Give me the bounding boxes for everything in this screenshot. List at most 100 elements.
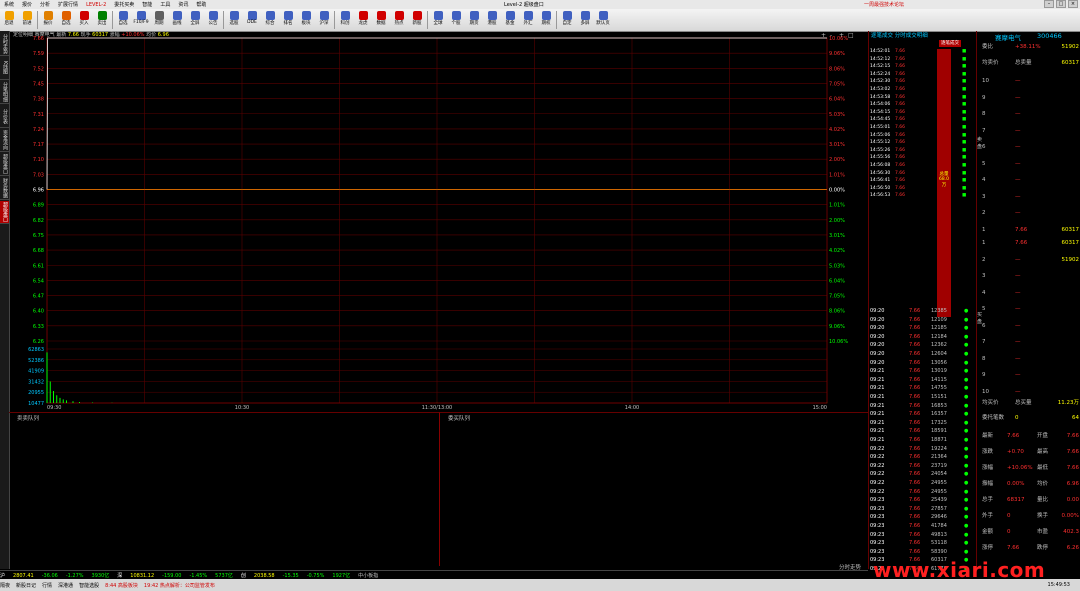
y-right-tick-label: 7.05% bbox=[829, 81, 845, 87]
left-tab-6[interactable]: 财务数据 bbox=[0, 177, 9, 200]
left-tab-7[interactable]: 超级盘口 bbox=[0, 201, 9, 224]
toolbar-button-27[interactable]: 基金 bbox=[501, 9, 519, 30]
bottom-status-item[interactable]: 深港通 bbox=[58, 582, 73, 589]
menu-item-3[interactable]: 扩展行情 bbox=[54, 1, 82, 8]
toolbar-button-8[interactable]: 周期 bbox=[150, 9, 168, 30]
toolbar-button-4[interactable]: 买入 bbox=[75, 9, 93, 30]
toolbar-button-10[interactable]: 全屏 bbox=[186, 9, 204, 30]
zoom-out-icon[interactable]: - bbox=[830, 32, 832, 39]
bottom-status-item[interactable]: 19:42 热点解析：公司监管发布 bbox=[144, 582, 215, 589]
toolbar-button-7[interactable]: F10/F9 bbox=[132, 9, 150, 30]
toolbar-separator bbox=[427, 11, 428, 29]
tick-row: 09:21 7.66 15151 ● bbox=[869, 393, 977, 401]
toolbar-button-12[interactable]: 选股 bbox=[225, 9, 243, 30]
left-tab-4[interactable]: 资金流向 bbox=[0, 129, 9, 152]
toolbar-button-32[interactable]: 默认页 bbox=[594, 9, 612, 30]
custom-icon bbox=[562, 11, 572, 20]
tick-price: 7.66 bbox=[909, 428, 921, 435]
toolbar-button-9[interactable]: 画线 bbox=[168, 9, 186, 30]
quote-total-sell-value: 总卖量 bbox=[1015, 60, 1032, 66]
notice-icon bbox=[208, 11, 218, 20]
toolbar-button-6[interactable]: 自选 bbox=[114, 9, 132, 30]
left-tab-2[interactable]: 分笔明细 bbox=[0, 81, 9, 104]
toolbar-button-2[interactable]: 报价 bbox=[39, 9, 57, 30]
toolbar-button-5[interactable]: 卖出 bbox=[93, 9, 111, 30]
index-status-item[interactable]: 中小板指 bbox=[358, 572, 378, 579]
toolbar-button-24[interactable]: 个股 bbox=[447, 9, 465, 30]
toolbar-button-28[interactable]: 外汇 bbox=[519, 9, 537, 30]
index-status-item[interactable]: 深 bbox=[117, 572, 122, 579]
quote-sell-level: 5— bbox=[977, 160, 1080, 169]
quote-stat-row: 涨停 7.66 跌停 6.26 bbox=[977, 544, 1080, 553]
tick-dir-icon: ● bbox=[964, 488, 969, 495]
tick-row: 09:22 7.66 24054 ● bbox=[869, 470, 977, 478]
tick-upper-row: 14:56:08 7.66 ■ bbox=[870, 163, 978, 169]
tick-volume: 14755 bbox=[931, 385, 947, 392]
menu-item-0[interactable]: 系统 bbox=[0, 1, 18, 8]
bottom-status-item[interactable]: 隔夜 bbox=[0, 582, 10, 589]
menu-item-6[interactable]: 智能 bbox=[138, 1, 156, 8]
y-right-tick-label: 4.02% bbox=[829, 248, 845, 254]
quote-sell-level: 8— bbox=[977, 110, 1080, 119]
y-right-tick-label: 1.01% bbox=[829, 172, 845, 178]
menu-item-7[interactable]: 工具 bbox=[156, 1, 174, 8]
left-tab-1[interactable]: K线图 bbox=[0, 57, 9, 80]
minimize-icon[interactable]: – bbox=[1044, 0, 1054, 8]
maximize-icon[interactable]: □ bbox=[1056, 0, 1066, 8]
toolbar-button-0[interactable]: 后退 bbox=[0, 9, 18, 30]
tick-time: 09:20 bbox=[870, 351, 885, 357]
toolbar-button-3[interactable]: 自选 bbox=[57, 9, 75, 30]
toolbar-button-26[interactable]: 港股 bbox=[483, 9, 501, 30]
left-tab-3[interactable]: 分价表 bbox=[0, 105, 9, 128]
toolbar-button-14[interactable]: 综合 bbox=[261, 9, 279, 30]
toolbar-button-19[interactable]: 龙虎 bbox=[354, 9, 372, 30]
data-icon bbox=[376, 11, 386, 20]
index-status-item[interactable]: 创 bbox=[241, 572, 246, 579]
window-icon[interactable]: □ bbox=[848, 32, 854, 39]
toolbar-button-22[interactable]: 新股 bbox=[408, 9, 426, 30]
close-icon[interactable]: × bbox=[1068, 0, 1078, 8]
tick-volume: 16853 bbox=[931, 402, 947, 409]
tick-dir-icon: ● bbox=[964, 454, 969, 461]
tick-volume: 17325 bbox=[931, 419, 947, 426]
toolbar-button-15[interactable]: 排名 bbox=[279, 9, 297, 30]
bottom-status-item[interactable]: 行情 bbox=[42, 582, 52, 589]
toolbar-button-18[interactable]: 科创 bbox=[336, 9, 354, 30]
bottom-status-item[interactable]: 8:44 高股板块 bbox=[105, 582, 138, 589]
toolbar-button-20[interactable]: 数据 bbox=[372, 9, 390, 30]
toolbar-button-16[interactable]: 板块 bbox=[297, 9, 315, 30]
menu-item-1[interactable]: 报价 bbox=[18, 1, 36, 8]
toolbar-button-11[interactable]: 公告 bbox=[204, 9, 222, 30]
tick-dir-icon: ● bbox=[964, 480, 969, 486]
zoom-in-icon[interactable]: + bbox=[821, 32, 826, 39]
menu-item-8[interactable]: 资讯 bbox=[174, 1, 192, 8]
menu-item-2[interactable]: 分析 bbox=[36, 1, 54, 8]
add-icon[interactable]: + bbox=[839, 32, 844, 39]
toolbar-button-31[interactable]: 多屏 bbox=[576, 9, 594, 30]
quote-stock-code: 300466 bbox=[1037, 32, 1062, 40]
x-tick-label: 10:30 bbox=[235, 405, 249, 411]
bottom-status-item[interactable]: 新股日记 bbox=[16, 582, 36, 589]
left-tab-0[interactable]: 分时走势 bbox=[0, 33, 9, 56]
tick-tab-button[interactable]: 逐笔成交 bbox=[939, 40, 961, 47]
toolbar-button-30[interactable]: 自定 bbox=[558, 9, 576, 30]
index-status-item[interactable]: 沪 bbox=[0, 572, 5, 579]
left-tab-5[interactable]: 超级盘口 bbox=[0, 153, 9, 176]
tick-down-icon: ■ bbox=[962, 102, 967, 108]
menu-item-9[interactable]: 帮助 bbox=[192, 1, 210, 8]
menu-item-5[interactable]: 委托买卖 bbox=[110, 1, 138, 8]
menu-item-4[interactable]: LEVEL-2 bbox=[82, 2, 110, 8]
toolbar-button-17[interactable]: 沪深 bbox=[315, 9, 333, 30]
toolbar-button-29[interactable]: 期权 bbox=[537, 9, 555, 30]
tick-upper-time: 14:56:30 bbox=[870, 170, 891, 176]
quote-sell-level-label: 5 bbox=[982, 160, 986, 167]
tick-row: 09:22 7.66 19224 ● bbox=[869, 445, 977, 453]
y-right-tick-label: 9.06% bbox=[829, 51, 845, 57]
intraday-chart[interactable]: 7.66 10.06% 7.59 9.06% 7.52 8.06% 7.45 7.05% 7.3… bbox=[9, 31, 867, 411]
toolbar-button-1[interactable]: 前进 bbox=[18, 9, 36, 30]
toolbar-button-25[interactable]: 期货 bbox=[465, 9, 483, 30]
bottom-status-item[interactable]: 智能选股 bbox=[79, 582, 99, 589]
toolbar-button-13[interactable]: DDE bbox=[243, 9, 261, 30]
toolbar-button-21[interactable]: 热点 bbox=[390, 9, 408, 30]
toolbar-button-23[interactable]: 全球 bbox=[429, 9, 447, 30]
